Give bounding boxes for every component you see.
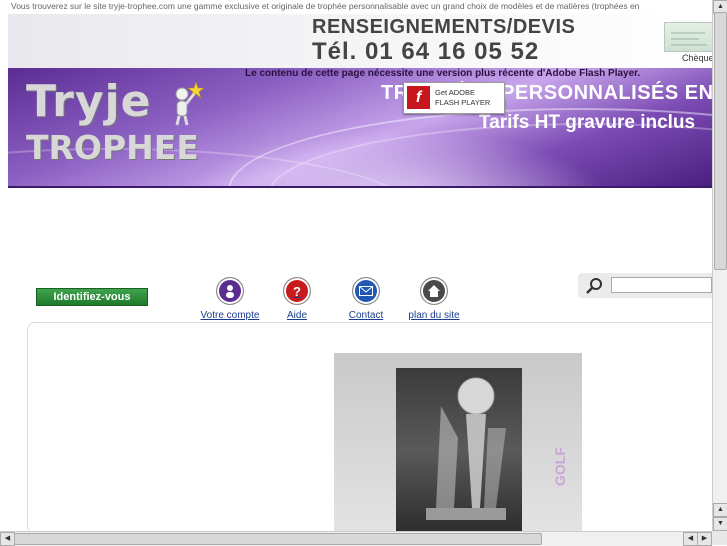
- login-button[interactable]: Identifiez-vous: [36, 288, 148, 306]
- flash-badge-line2: FLASH PLAYER: [435, 98, 491, 107]
- banner-subtitle: Tarifs HT gravure inclus: [479, 112, 696, 133]
- scroll-left-icon[interactable]: ◀: [683, 532, 698, 546]
- cheque-icon: [664, 22, 714, 52]
- flash-badge-line1: Get ADOBE: [435, 88, 476, 97]
- phone-number: Tél. 01 64 16 05 52: [312, 38, 540, 65]
- product-label: GOLF: [552, 447, 568, 486]
- scroll-right-icon[interactable]: ▶: [697, 532, 712, 546]
- nav-item-sitemap[interactable]: plan du site: [404, 277, 464, 321]
- nav-item-account-label: Votre compte: [200, 310, 260, 321]
- search-icon[interactable]: [585, 277, 605, 295]
- search-input[interactable]: [611, 277, 712, 293]
- get-flash-player-button[interactable]: f Get ADOBE FLASH PLAYER: [403, 82, 505, 114]
- payment-label: Chèque: [682, 53, 714, 63]
- flash-icon: f: [407, 86, 430, 109]
- scrollbar-corner: [712, 531, 727, 545]
- nav-item-contact[interactable]: Contact: [343, 277, 389, 321]
- logo-text-trophee: TROPHEE: [26, 128, 199, 167]
- horizontal-scroll-thumb[interactable]: [14, 533, 542, 545]
- scroll-up-icon[interactable]: ▲: [713, 503, 727, 517]
- logo-text-tryje: Tryje: [26, 76, 152, 127]
- flash-notice: Le contenu de cette page nécessite une v…: [245, 68, 641, 79]
- nav-item-contact-label: Contact: [348, 310, 384, 321]
- user-icon: [216, 277, 244, 305]
- nav-item-sitemap-label: plan du site: [408, 310, 460, 321]
- help-icon: ?: [283, 277, 311, 305]
- mail-icon: [352, 277, 380, 305]
- product-image[interactable]: [396, 368, 522, 533]
- vertical-scroll-thumb[interactable]: [714, 12, 727, 270]
- scroll-left-icon[interactable]: ◀: [0, 532, 15, 546]
- nav-item-help-label: Aide: [286, 310, 307, 321]
- nav-item-help[interactable]: ? Aide: [280, 277, 314, 321]
- mascot-icon: [170, 80, 205, 126]
- sitemap-icon: [420, 277, 448, 305]
- nav-item-account[interactable]: Votre compte: [198, 277, 262, 321]
- contact-title: RENSEIGNEMENTS/DEVIS: [312, 16, 576, 38]
- scroll-down-icon[interactable]: ▼: [713, 517, 727, 531]
